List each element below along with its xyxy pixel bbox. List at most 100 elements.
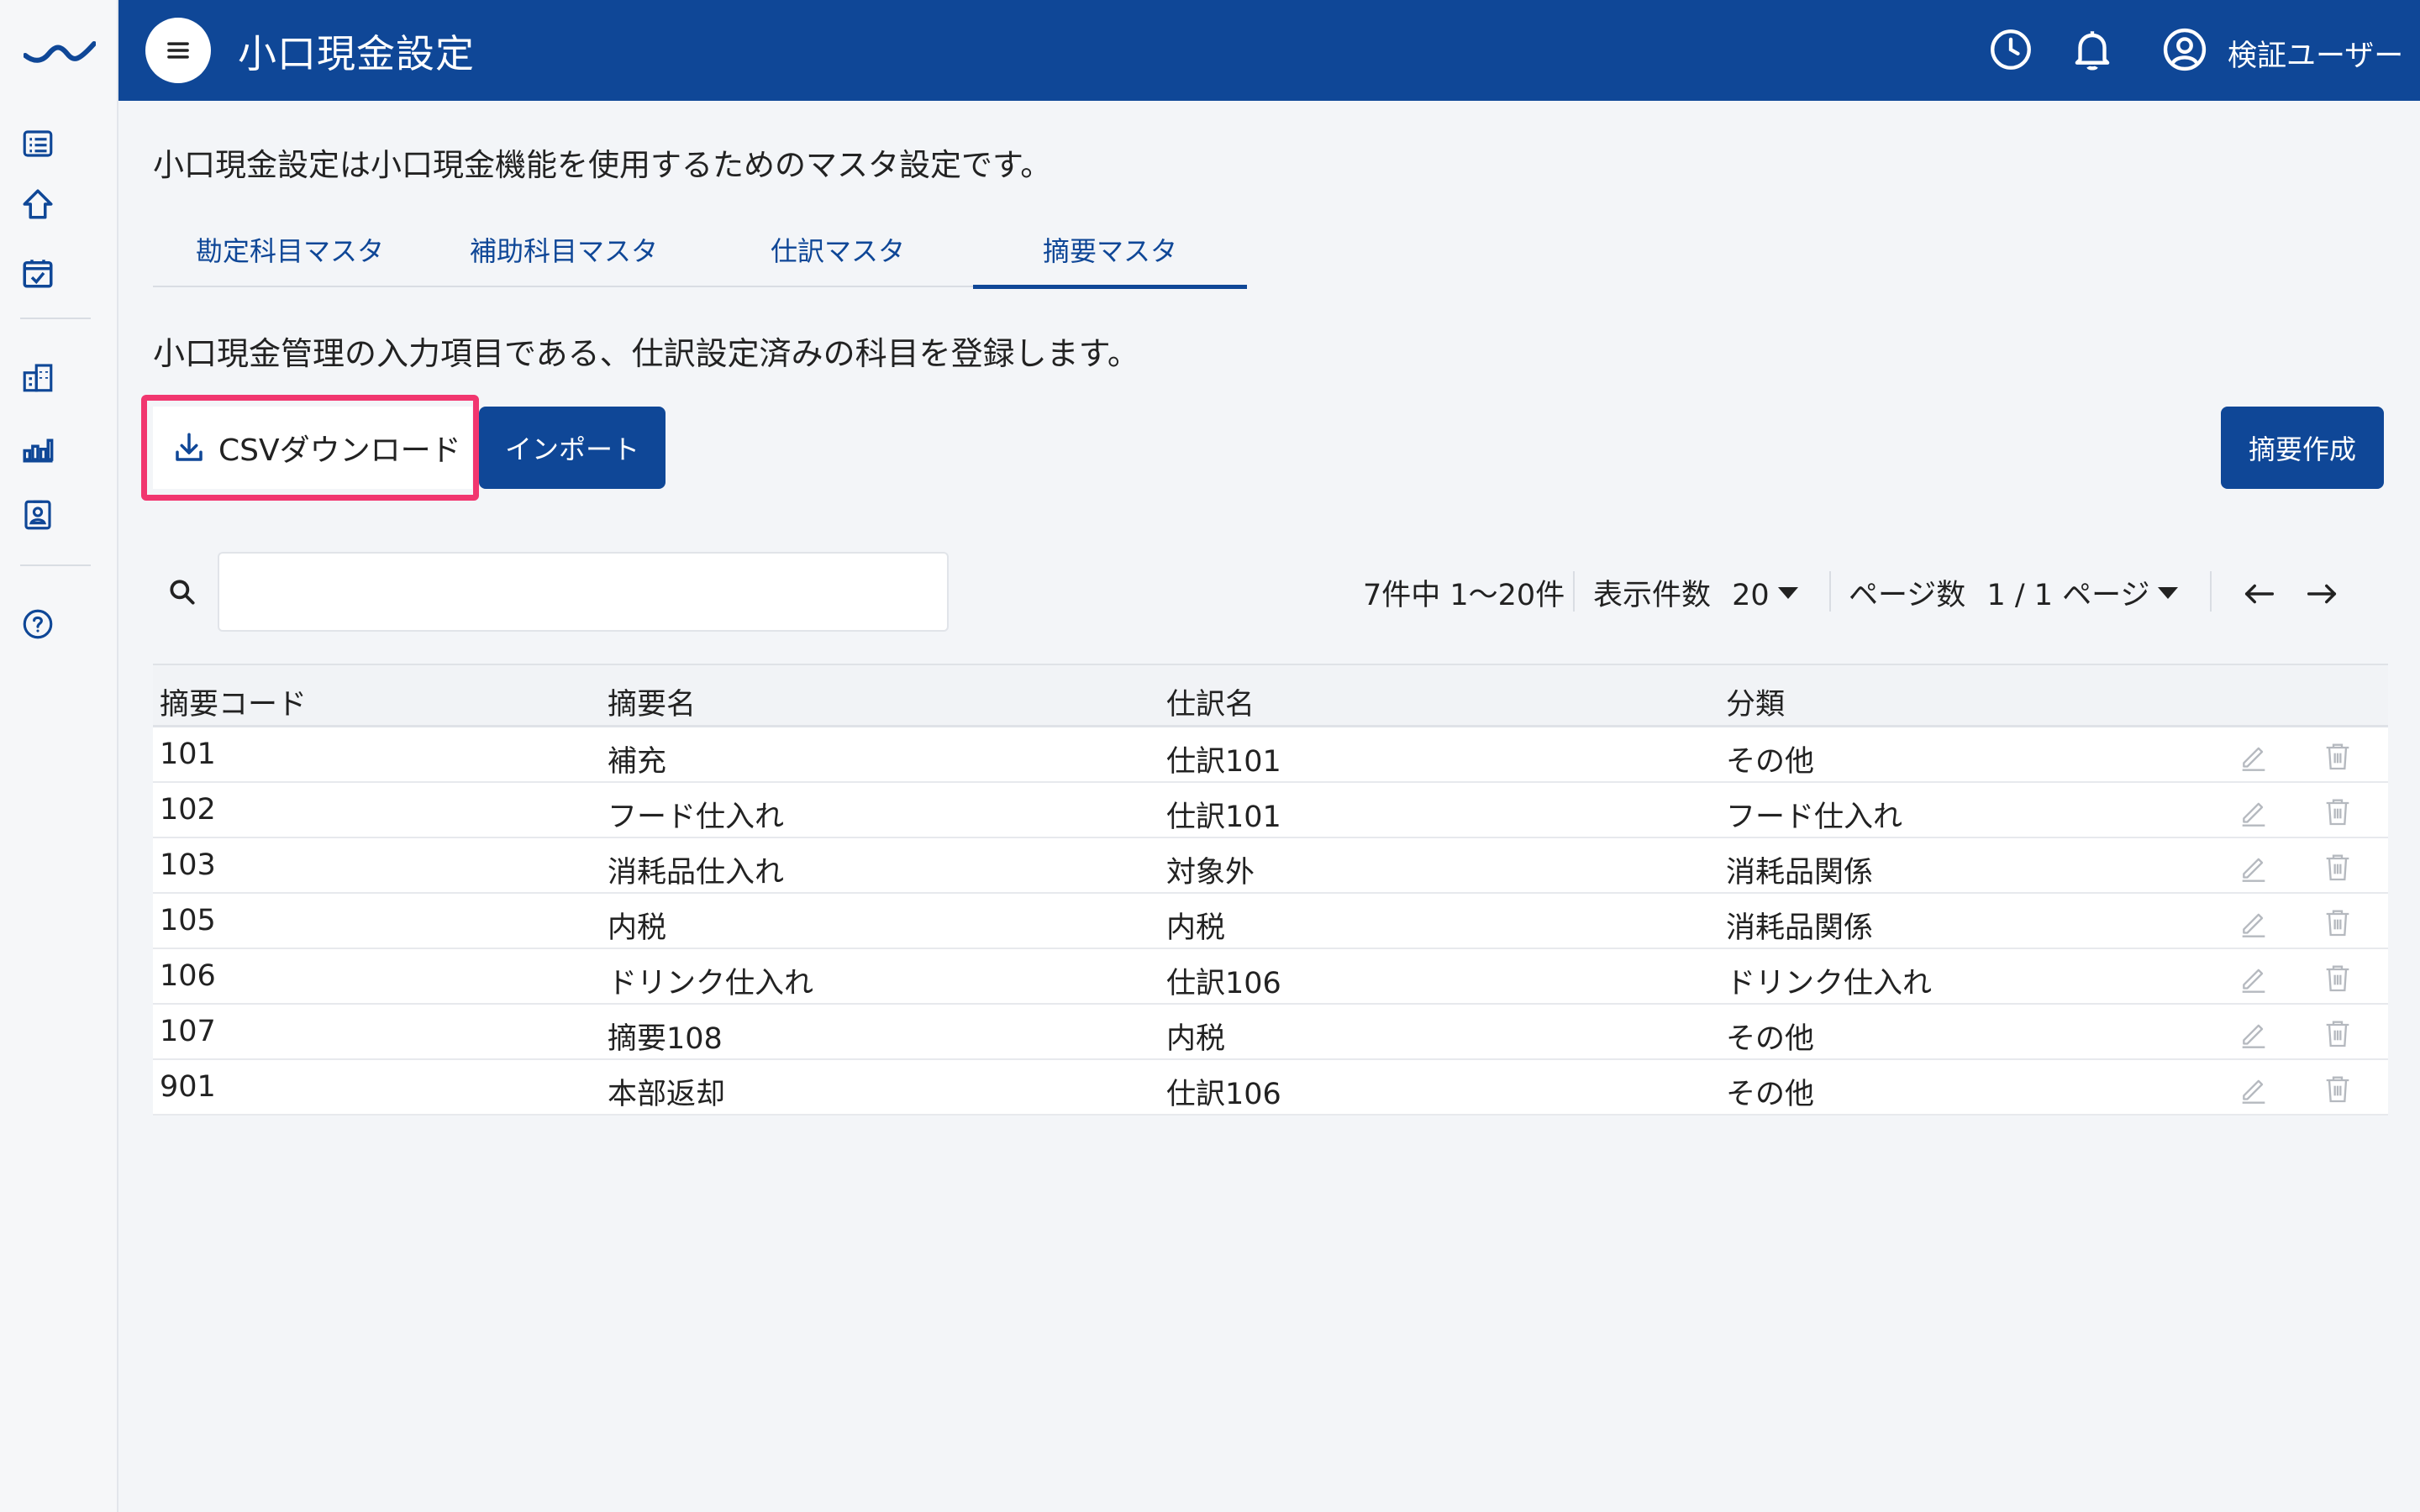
highlight-annotation — [141, 395, 479, 501]
search-input[interactable] — [218, 552, 949, 632]
cell-name: フード仕入れ — [608, 801, 785, 834]
per-page-label: 表示件数 — [1593, 579, 1712, 612]
sidebar — [0, 0, 118, 1512]
menu-button[interactable] — [145, 18, 211, 83]
trash-icon[interactable] — [2321, 906, 2354, 939]
table-row[interactable]: 101 補充 仕訳101 その他 — [153, 727, 2388, 783]
trash-icon[interactable] — [2321, 739, 2354, 773]
cell-code: 901 — [160, 1070, 216, 1104]
cell-category: その他 — [1726, 745, 1815, 779]
per-page-select[interactable]: 表示件数 20 — [1593, 571, 1798, 614]
table-body: 101 補充 仕訳101 その他 102 フード仕入れ 仕訳101 フード仕入れ 103 消耗品仕… — [153, 727, 2388, 1116]
import-button[interactable]: インポート — [479, 407, 666, 489]
cell-journal: 仕訳101 — [1166, 745, 1281, 779]
edit-icon[interactable] — [2237, 850, 2270, 884]
page-label: ページ数 — [1849, 579, 1966, 612]
home-icon[interactable] — [20, 186, 55, 222]
edit-icon[interactable] — [2237, 961, 2270, 995]
search-icon — [170, 580, 195, 605]
clock-icon[interactable] — [1986, 25, 2035, 74]
cell-name: ドリンク仕入れ — [608, 967, 814, 1000]
help-icon[interactable] — [20, 606, 55, 642]
cell-journal: 仕訳106 — [1166, 1078, 1281, 1111]
edit-icon[interactable] — [2237, 1016, 2270, 1050]
column-header-name[interactable]: 摘要名 — [608, 680, 696, 723]
table-row[interactable]: 107 摘要108 内税 その他 — [153, 1005, 2388, 1060]
tab-account-master[interactable]: 勘定科目マスタ — [153, 220, 427, 287]
calendar-check-icon[interactable] — [20, 255, 55, 291]
edit-icon[interactable] — [2237, 795, 2270, 828]
app-header: 小口現金設定 検証ユーザー — [118, 0, 2420, 101]
intro-text: 小口現金設定は小口現金機能を使用するためのマスタ設定です。 — [153, 147, 1052, 183]
cell-code: 101 — [160, 738, 216, 771]
logo-icon[interactable] — [24, 37, 96, 64]
result-summary: 7件中 1〜20件 — [1363, 579, 1565, 612]
table-row[interactable]: 103 消耗品仕入れ 対象外 消耗品関係 — [153, 838, 2388, 894]
cell-name: 摘要108 — [608, 1022, 723, 1056]
menu-icon — [167, 42, 189, 59]
cell-journal: 仕訳101 — [1166, 801, 1281, 834]
cell-name: 本部返却 — [608, 1078, 726, 1111]
cell-journal: 内税 — [1166, 1022, 1226, 1056]
caret-down-icon — [2158, 587, 2179, 599]
column-header-category[interactable]: 分類 — [1726, 680, 1785, 723]
arrow-right-icon — [2307, 584, 2337, 604]
cell-code: 103 — [160, 848, 216, 882]
caret-down-icon — [1777, 587, 1798, 599]
cell-name: 補充 — [608, 745, 667, 779]
contact-card-icon[interactable] — [20, 497, 55, 533]
cell-journal: 内税 — [1166, 911, 1226, 945]
tab-sub-account-master[interactable]: 補助科目マスタ — [427, 220, 701, 287]
trash-icon[interactable] — [2321, 795, 2354, 828]
bar-chart-icon[interactable] — [20, 430, 55, 465]
page-select[interactable]: ページ数 1 / 1 ページ — [1849, 571, 2179, 614]
create-description-button[interactable]: 摘要作成 — [2221, 407, 2384, 489]
list-icon[interactable] — [20, 126, 55, 161]
tab-description-master[interactable]: 摘要マスタ — [973, 220, 1247, 289]
table-row[interactable]: 106 ドリンク仕入れ 仕訳106 ドリンク仕入れ — [153, 949, 2388, 1005]
building-icon[interactable] — [20, 360, 55, 395]
sidebar-divider — [20, 564, 91, 566]
column-header-code[interactable]: 摘要コード — [160, 680, 307, 723]
pager-divider — [1829, 571, 1831, 612]
cell-category: 消耗品関係 — [1726, 911, 1874, 945]
bell-icon[interactable] — [2068, 25, 2117, 74]
column-header-journal[interactable]: 仕訳名 — [1166, 680, 1255, 723]
user-circle-icon[interactable] — [2160, 25, 2209, 74]
edit-icon[interactable] — [2237, 1072, 2270, 1105]
master-tabs: 勘定科目マスタ 補助科目マスタ 仕訳マスタ 摘要マスタ — [153, 220, 1247, 289]
table-row[interactable]: 102 フード仕入れ 仕訳101 フード仕入れ — [153, 783, 2388, 838]
edit-icon[interactable] — [2237, 906, 2270, 939]
edit-icon[interactable] — [2237, 739, 2270, 773]
cell-code: 107 — [160, 1015, 216, 1048]
section-description: 小口現金管理の入力項目である、仕訳設定済みの科目を登録します。 — [153, 335, 1139, 372]
table-header: 摘要コード 摘要名 仕訳名 分類 — [153, 664, 2388, 727]
trash-icon[interactable] — [2321, 1072, 2354, 1105]
cell-journal: 対象外 — [1166, 856, 1255, 890]
trash-icon[interactable] — [2321, 850, 2354, 884]
per-page-value: 20 — [1732, 579, 1770, 612]
page-title: 小口現金設定 — [238, 31, 475, 76]
table-row[interactable]: 901 本部返却 仕訳106 その他 — [153, 1060, 2388, 1116]
prev-page-button[interactable] — [2240, 575, 2279, 613]
cell-category: 消耗品関係 — [1726, 856, 1874, 890]
arrow-left-icon — [2244, 584, 2275, 604]
next-page-button[interactable] — [2302, 575, 2341, 613]
trash-icon[interactable] — [2321, 1016, 2354, 1050]
sidebar-divider — [20, 318, 91, 319]
cell-name: 消耗品仕入れ — [608, 856, 785, 890]
cell-code: 106 — [160, 959, 216, 993]
trash-icon[interactable] — [2321, 961, 2354, 995]
pager-divider — [1573, 571, 1575, 612]
tab-journal-master[interactable]: 仕訳マスタ — [701, 220, 975, 287]
cell-code: 105 — [160, 904, 216, 937]
pager-divider — [2210, 571, 2212, 612]
page-value: 1 / 1 ページ — [1986, 579, 2150, 612]
table-row[interactable]: 105 内税 内税 消耗品関係 — [153, 894, 2388, 949]
cell-journal: 仕訳106 — [1166, 967, 1281, 1000]
description-table: 摘要コード 摘要名 仕訳名 分類 101 補充 仕訳101 その他 102 フード仕入れ仕… — [153, 664, 2388, 1116]
cell-category: フード仕入れ — [1726, 801, 1903, 834]
user-name[interactable]: 検証ユーザー — [2228, 32, 2403, 75]
cell-category: その他 — [1726, 1022, 1815, 1056]
cell-code: 102 — [160, 793, 216, 827]
